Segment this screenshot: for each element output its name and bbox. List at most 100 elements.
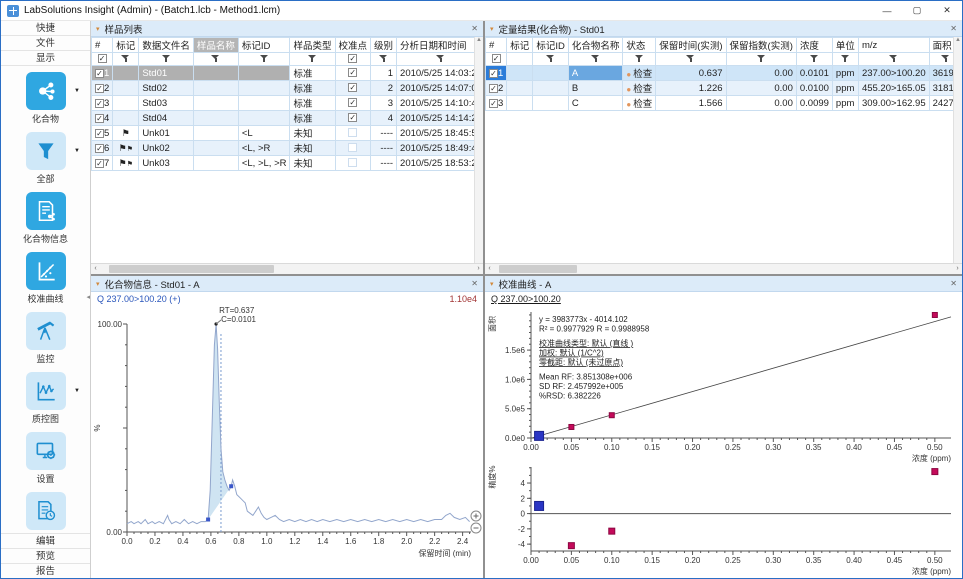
table-row[interactable]: 1Std01标准12010/5/25 14:03:2011 [92, 66, 484, 81]
filter-cell[interactable] [371, 53, 397, 66]
minimize-button[interactable]: — [872, 1, 902, 20]
filter-funnel-icon[interactable] [841, 54, 850, 63]
filter-funnel-icon[interactable] [686, 54, 695, 63]
row-number-cell[interactable]: 2 [486, 81, 507, 96]
panel-menu-icon[interactable]: ▾ [96, 25, 100, 33]
filter-cell[interactable] [397, 53, 483, 66]
row-checkbox[interactable] [489, 84, 498, 93]
filter-cell[interactable] [533, 53, 569, 66]
filter-funnel-icon[interactable] [889, 54, 898, 63]
sidebar-item-calibration-curve[interactable]: 校准曲线 [1, 252, 90, 305]
table-row[interactable]: 4Std04标准42010/5/25 14:14:2141 [92, 111, 484, 126]
row-checkbox[interactable] [95, 144, 104, 153]
row-number-cell[interactable]: 3 [486, 96, 507, 111]
residual-point[interactable] [932, 469, 938, 475]
sidebar-bottom-section-1[interactable]: 编辑 [1, 533, 90, 548]
row-number-cell[interactable]: 6 [92, 141, 113, 156]
table-row[interactable]: 6⚑⚑Unk02<L, >R未知----2010/5/25 18:49:4061 [92, 141, 484, 156]
column-header[interactable]: m/z [858, 38, 929, 53]
sidebar-item-telescope[interactable]: 监控 [1, 312, 90, 365]
column-header[interactable]: 状态 [623, 38, 656, 53]
filter-cell[interactable] [335, 53, 371, 66]
row-number-cell[interactable]: 1 [92, 66, 113, 81]
row-checkbox[interactable] [95, 84, 104, 93]
row-number-cell[interactable]: 4 [92, 111, 113, 126]
filter-cell[interactable] [507, 53, 533, 66]
filter-cell[interactable] [656, 53, 726, 66]
column-header[interactable]: 级别 [371, 38, 397, 53]
filter-funnel-icon[interactable] [308, 54, 317, 63]
filter-funnel-icon[interactable] [635, 54, 644, 63]
filter-funnel-icon[interactable] [591, 54, 600, 63]
residual-point[interactable] [568, 543, 574, 549]
filter-checkbox[interactable] [348, 54, 357, 63]
scroll-left-icon[interactable]: ‹ [485, 265, 494, 272]
column-header[interactable]: 分析日期和时间 [397, 38, 483, 53]
filter-cell[interactable] [796, 53, 832, 66]
scroll-left-icon[interactable]: ‹ [91, 265, 100, 272]
filter-funnel-icon[interactable] [379, 54, 388, 63]
filter-funnel-icon[interactable] [162, 54, 171, 63]
table-row[interactable]: 2Std02标准22010/5/25 14:07:0021 [92, 81, 484, 96]
filter-funnel-icon[interactable] [810, 54, 819, 63]
filter-cell[interactable] [858, 53, 929, 66]
sidebar-bottom-section-2[interactable]: 预览 [1, 548, 90, 563]
calib-checkbox[interactable] [348, 158, 357, 167]
sample-table-vscrollbar[interactable]: ▲ [474, 37, 483, 263]
filter-funnel-icon[interactable] [260, 54, 269, 63]
filter-funnel-icon[interactable] [121, 54, 130, 63]
filter-cell[interactable] [193, 53, 238, 66]
scroll-right-icon[interactable]: › [953, 265, 962, 272]
table-row[interactable]: 3Std03标准32010/5/25 14:10:4031 [92, 96, 484, 111]
calib-checkbox[interactable] [348, 128, 357, 137]
filter-cell[interactable] [139, 53, 194, 66]
sample-table-hscrollbar[interactable]: ‹ › [91, 263, 483, 274]
table-row[interactable]: 5⚑Unk01<L未知----2010/5/25 18:45:5951 [92, 126, 484, 141]
sidebar-item-qc-chart[interactable]: ▼质控图 [1, 372, 90, 425]
maximize-button[interactable]: ▢ [902, 1, 932, 20]
calib-checkbox[interactable] [348, 113, 357, 122]
filter-cell[interactable] [290, 53, 335, 66]
close-button[interactable]: ✕ [932, 1, 962, 20]
sidebar-section-3[interactable]: 显示 [1, 51, 90, 66]
column-header[interactable]: 保留指数(实测) [726, 38, 796, 53]
column-header[interactable]: 化合物名称 [568, 38, 623, 53]
panel-menu-icon[interactable]: ▾ [490, 280, 494, 288]
sidebar-item-settings[interactable]: 设置 [1, 432, 90, 485]
calib-checkbox[interactable] [348, 83, 357, 92]
column-header[interactable]: 标记 [507, 38, 533, 53]
sidebar-item-audit-trail[interactable]: 审查追踪 [1, 492, 90, 533]
sidebar-item-filter[interactable]: ▼全部 [1, 132, 90, 185]
integration-start-marker[interactable] [206, 518, 210, 522]
filter-cell[interactable] [238, 53, 290, 66]
filter-cell[interactable] [623, 53, 656, 66]
filter-cell[interactable] [568, 53, 623, 66]
calibration-point[interactable] [569, 424, 574, 429]
filter-cell[interactable] [113, 53, 139, 66]
residual-point[interactable] [609, 529, 615, 535]
sidebar-item-molecule[interactable]: ▼化合物 [1, 72, 90, 125]
calib-checkbox[interactable] [348, 143, 357, 152]
column-header[interactable]: # [486, 38, 507, 53]
column-header[interactable]: 单位 [832, 38, 858, 53]
filter-cell[interactable] [92, 53, 113, 66]
chevron-down-icon[interactable]: ▼ [74, 388, 80, 394]
chevron-down-icon[interactable]: ▼ [74, 88, 80, 94]
sidebar-section-2[interactable]: 文件 [1, 36, 90, 51]
filter-funnel-icon[interactable] [757, 54, 766, 63]
table-row[interactable]: 2B●检查1.2260.000.0100ppm455.20>165.053181… [486, 81, 963, 96]
calib-checkbox[interactable] [348, 98, 357, 107]
row-checkbox[interactable] [489, 69, 498, 78]
filter-cell[interactable] [726, 53, 796, 66]
row-number-cell[interactable]: 1 [486, 66, 507, 81]
column-header[interactable]: 样品名称 [193, 38, 238, 53]
sidebar-section-1[interactable]: 快捷 [1, 21, 90, 36]
sidebar-collapse-icon[interactable]: ◂ [86, 293, 90, 301]
row-number-cell[interactable]: 5 [92, 126, 113, 141]
quant-table-hscrollbar[interactable]: ‹ › [485, 263, 962, 274]
column-header[interactable]: 标记ID [533, 38, 569, 53]
residual-point-selected[interactable] [535, 502, 544, 511]
close-icon[interactable]: ✕ [471, 24, 478, 33]
row-checkbox[interactable] [95, 99, 104, 108]
column-header[interactable]: 保留时间(实测) [656, 38, 726, 53]
